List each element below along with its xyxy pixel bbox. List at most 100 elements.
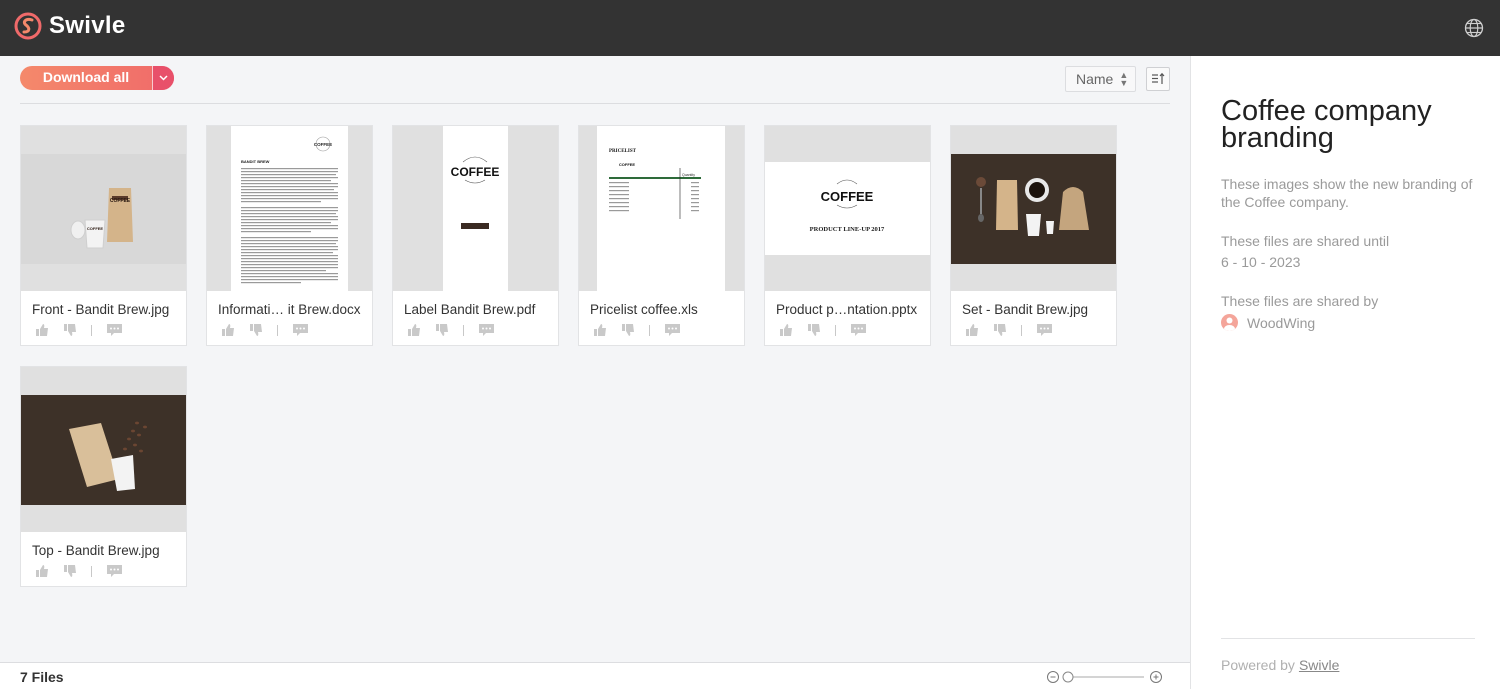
separator	[1021, 324, 1022, 336]
separator	[277, 324, 278, 336]
top-bar: Swivle	[0, 0, 1500, 56]
collection-title: Coffee company branding	[1221, 95, 1432, 154]
thumbs-up-icon[interactable]	[593, 323, 607, 337]
separator	[463, 324, 464, 336]
file-thumbnail[interactable]: PRICELIST COFFEE Quantity	[579, 126, 744, 291]
powered-by: Powered by Swivle	[1221, 657, 1339, 673]
label-preview: COFFEE	[393, 126, 558, 291]
shared-by-label: These files are shared by	[1221, 293, 1379, 309]
separator	[91, 324, 92, 336]
thumbs-up-icon[interactable]	[779, 323, 793, 337]
thumbs-up-icon[interactable]	[221, 323, 235, 337]
file-thumbnail[interactable]	[21, 367, 186, 532]
comment-icon[interactable]	[850, 323, 867, 337]
sort-by-select[interactable]: Name ▲ ▼	[1065, 66, 1136, 92]
coffee-bag-photo: COFFEE COFFEE	[21, 126, 186, 291]
comment-icon[interactable]	[664, 323, 681, 337]
file-thumbnail[interactable]: COFFEE COFFEE	[21, 126, 186, 291]
comment-icon[interactable]	[478, 323, 495, 337]
shared-until-label: These files are shared until	[1221, 233, 1390, 249]
comment-icon[interactable]	[106, 564, 123, 578]
thumbs-up-icon[interactable]	[407, 323, 421, 337]
file-card[interactable]: COFFEE BANDIT BREW Informati… it Brew.do…	[206, 125, 373, 346]
comment-icon[interactable]	[106, 323, 123, 337]
thumbs-down-icon[interactable]	[63, 564, 77, 578]
document-preview: COFFEE BANDIT BREW	[207, 126, 372, 291]
divider	[1221, 638, 1475, 639]
sort-by-value: Name	[1076, 71, 1114, 87]
file-name[interactable]: Top - Bandit Brew.jpg	[32, 543, 160, 558]
thumbs-down-icon[interactable]	[621, 323, 635, 337]
separator	[91, 565, 92, 577]
thumbs-down-icon[interactable]	[435, 323, 449, 337]
pricelist-heading: PRICELIST	[609, 149, 637, 154]
zoom-handle[interactable]	[1062, 671, 1074, 683]
file-name[interactable]: Label Bandit Brew.pdf	[404, 302, 535, 317]
user-icon	[1224, 317, 1235, 331]
thumbs-down-icon[interactable]	[63, 323, 77, 337]
file-thumbnail[interactable]: COFFEE BANDIT BREW	[207, 126, 372, 291]
download-all-button[interactable]: Download all	[20, 66, 174, 90]
thumbs-down-icon[interactable]	[807, 323, 821, 337]
brand-name: Swivle	[49, 12, 126, 39]
globe-icon[interactable]	[1464, 18, 1484, 38]
separator	[835, 324, 836, 336]
coffee-text: COFFEE	[87, 226, 104, 231]
file-actions	[35, 323, 123, 337]
file-actions	[779, 323, 867, 337]
file-card[interactable]: COFFEE COFFEE Front - Bandit Brew.jpg	[20, 125, 187, 346]
share-info-sidebar: Coffee company branding These images sho…	[1190, 56, 1500, 689]
file-card[interactable]: Top - Bandit Brew.jpg	[20, 366, 187, 587]
swivle-link[interactable]: Swivle	[1299, 657, 1339, 673]
download-all-label: Download all	[42, 69, 130, 85]
thumbs-up-icon[interactable]	[35, 323, 49, 337]
sort-arrows-icon: ▲ ▼	[1119, 70, 1129, 88]
file-name[interactable]: Informati… it Brew.docx	[218, 302, 361, 317]
file-name[interactable]: Set - Bandit Brew.jpg	[962, 302, 1088, 317]
coffee-text: COFFEE	[314, 142, 332, 147]
shared-by-name: WoodWing	[1247, 314, 1316, 331]
file-card[interactable]: Set - Bandit Brew.jpg	[950, 125, 1117, 346]
thumbs-down-icon[interactable]	[993, 323, 1007, 337]
chevron-down-icon	[159, 75, 168, 81]
swivle-logo[interactable]: Swivle	[14, 12, 126, 40]
file-name[interactable]: Pricelist coffee.xls	[590, 302, 698, 317]
file-card[interactable]: PRICELIST COFFEE Quantity Pricelist coff…	[578, 125, 745, 346]
collection-description: These images show the new branding of th…	[1221, 176, 1473, 210]
sort-ascending-icon	[1152, 72, 1165, 84]
thumbs-down-icon[interactable]	[249, 323, 263, 337]
file-name[interactable]: Product p…ntation.pptx	[776, 302, 917, 317]
powered-by-label: Powered by	[1221, 657, 1295, 673]
quantity-header: Quantity	[682, 173, 695, 177]
file-card[interactable]: COFFEE PRODUCT LINE-UP 2017 Product p…nt…	[764, 125, 931, 346]
comment-icon[interactable]	[1036, 323, 1053, 337]
file-browser: Download all Name ▲ ▼ COFFEE COFFEE Fron…	[0, 56, 1190, 689]
sort-direction-button[interactable]	[1146, 67, 1170, 91]
zoom-slider[interactable]	[1046, 669, 1164, 685]
coffee-text: COFFEE	[451, 165, 500, 179]
coffee-text: COFFEE	[821, 189, 874, 204]
slide-subtitle: PRODUCT LINE-UP 2017	[810, 226, 885, 233]
avatar	[1221, 314, 1238, 331]
coffee-text: COFFEE	[110, 198, 131, 204]
file-actions	[221, 323, 309, 337]
thumbs-up-icon[interactable]	[965, 323, 979, 337]
presentation-preview: COFFEE PRODUCT LINE-UP 2017	[765, 126, 930, 291]
thumbs-up-icon[interactable]	[35, 564, 49, 578]
file-thumbnail[interactable]: COFFEE	[393, 126, 558, 291]
comment-icon[interactable]	[292, 323, 309, 337]
download-options-button[interactable]	[152, 66, 174, 90]
separator	[649, 324, 650, 336]
document-heading: BANDIT BREW	[241, 159, 270, 164]
file-thumbnail[interactable]	[951, 126, 1116, 291]
swivle-logo-icon	[14, 12, 42, 40]
shared-until-date: 6 - 10 - 2023	[1221, 254, 1301, 270]
file-actions	[35, 564, 123, 578]
coffee-bag-beans-photo	[21, 367, 186, 532]
file-name[interactable]: Front - Bandit Brew.jpg	[32, 302, 169, 317]
toolbar: Download all Name ▲ ▼	[20, 66, 1170, 104]
file-actions	[593, 323, 681, 337]
file-actions	[407, 323, 495, 337]
file-thumbnail[interactable]: COFFEE PRODUCT LINE-UP 2017	[765, 126, 930, 291]
file-card[interactable]: COFFEE Label Bandit Brew.pdf	[392, 125, 559, 346]
